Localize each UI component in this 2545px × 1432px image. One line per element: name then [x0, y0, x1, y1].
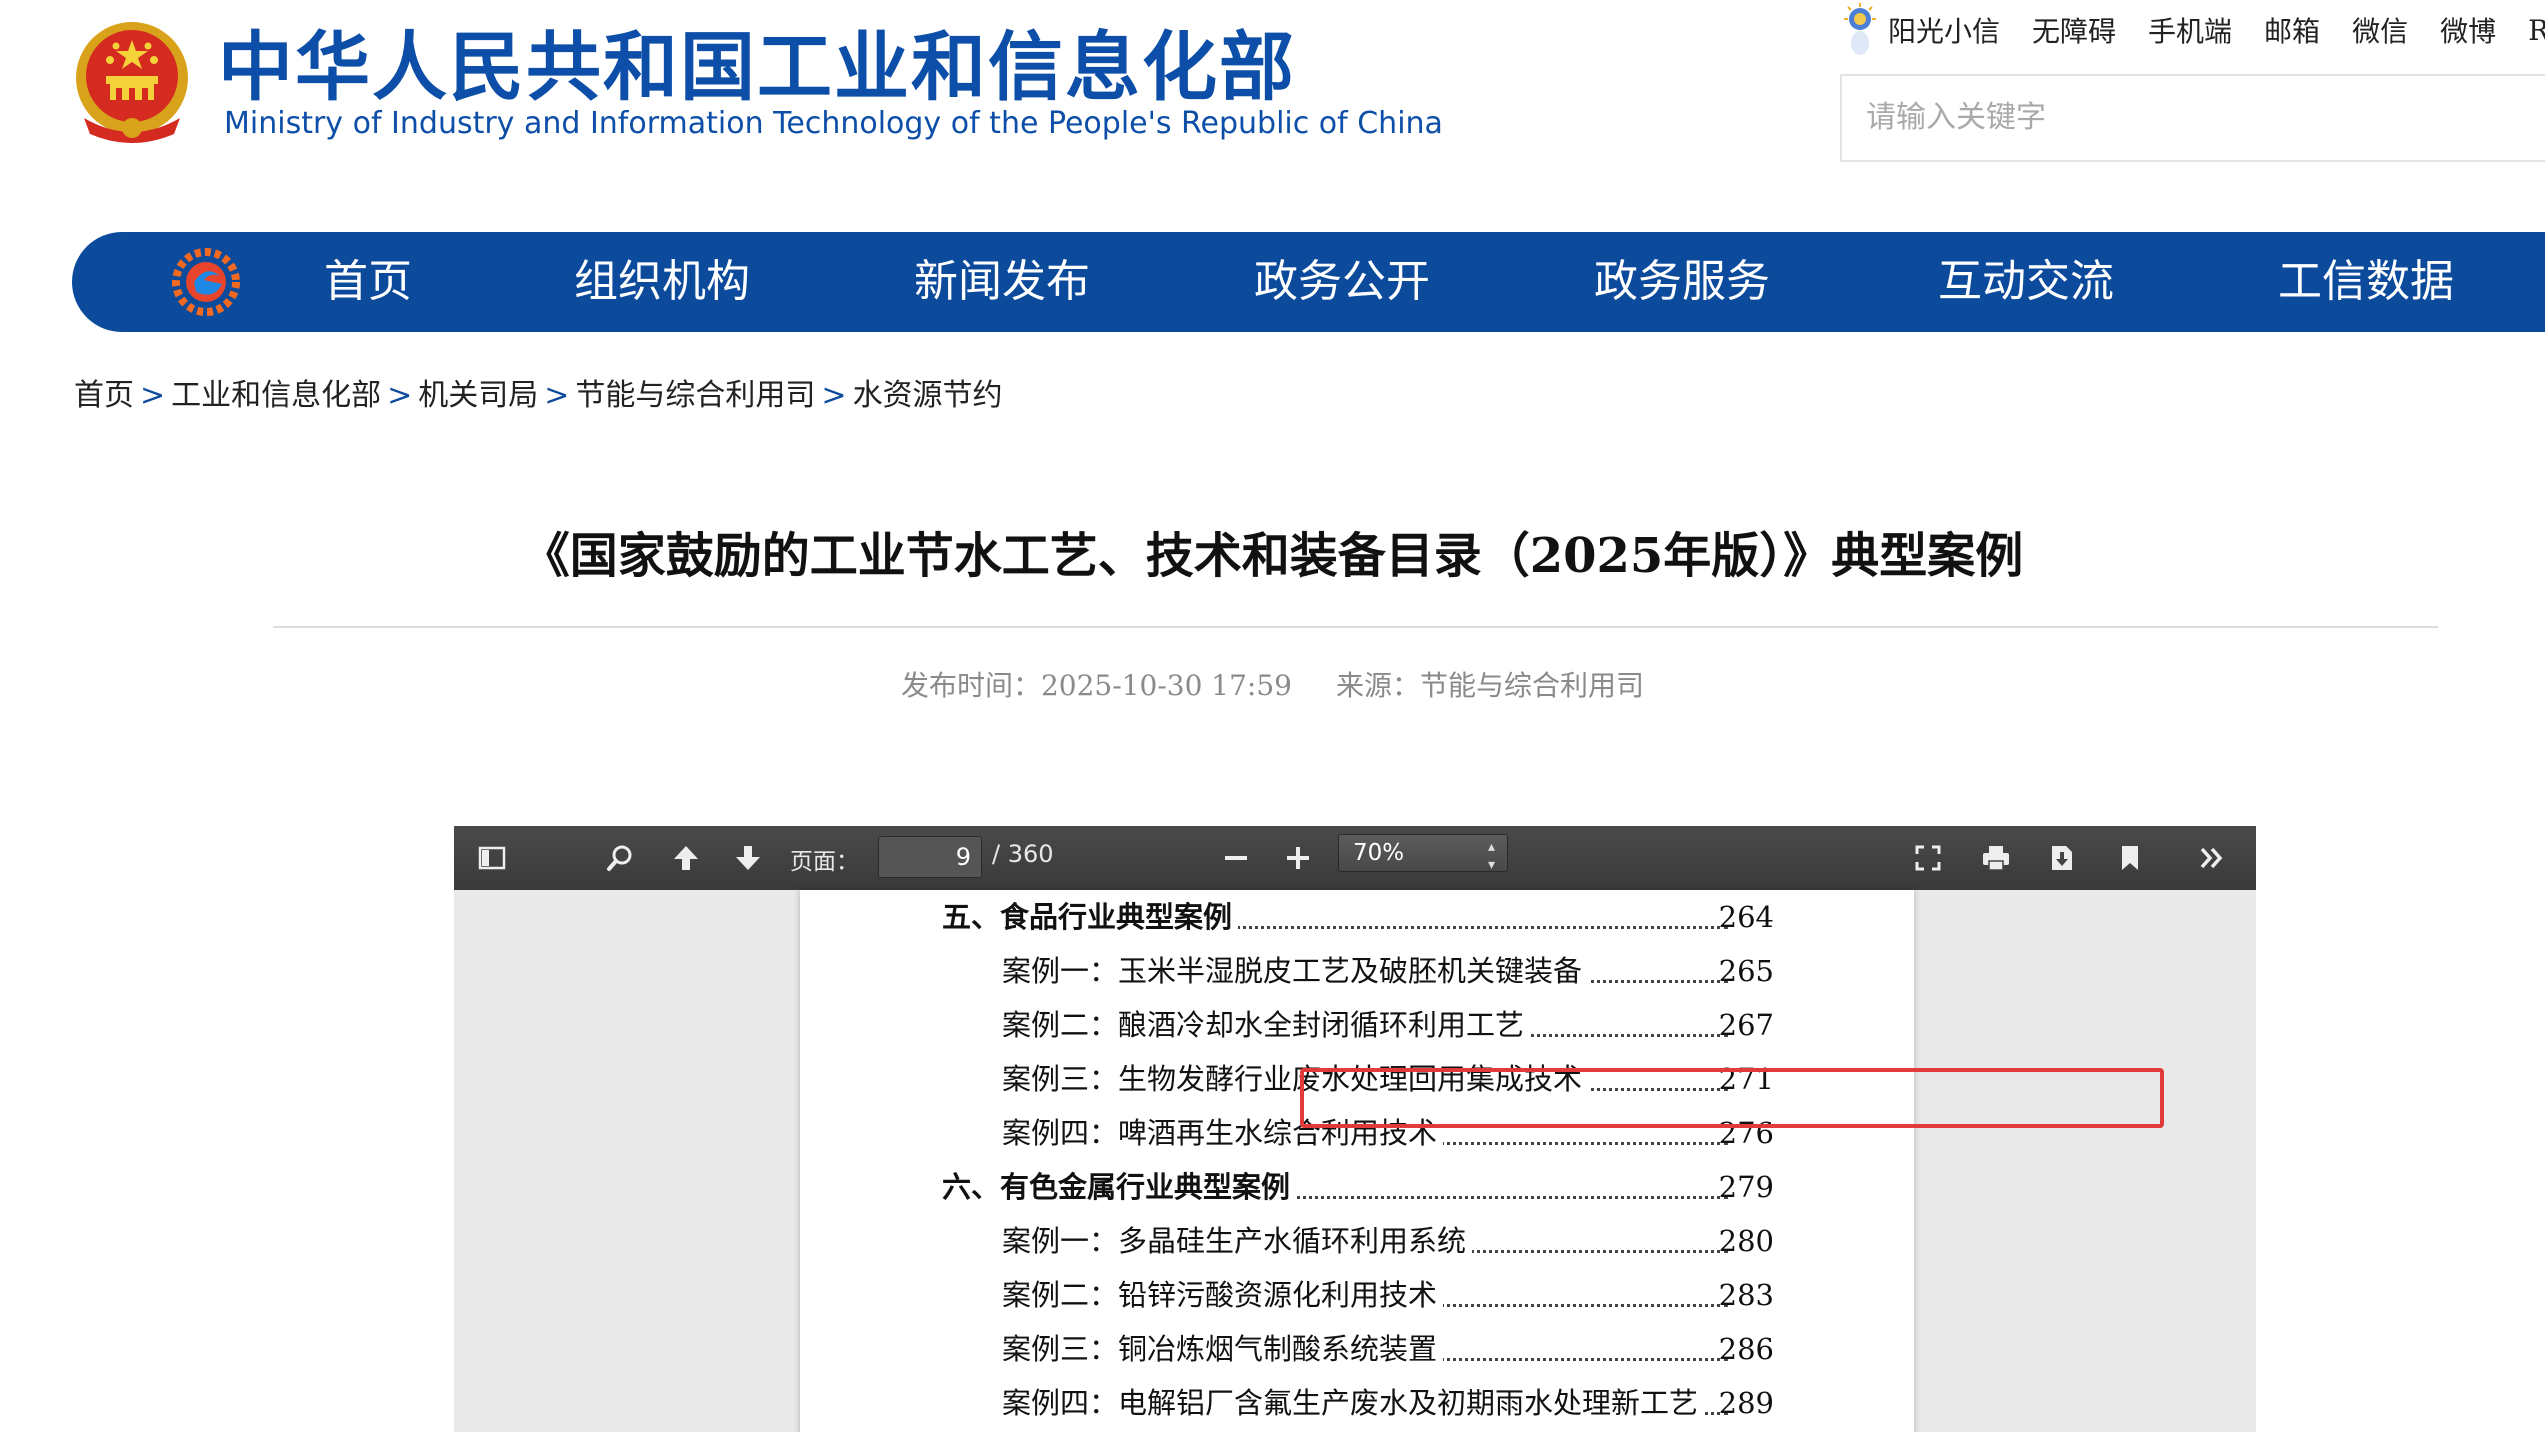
top-link-email[interactable]: 邮箱	[2264, 10, 2320, 50]
toc-entry-title: 案例一：玉米半湿脱皮工艺及破胚机关键装备	[1002, 944, 1589, 998]
breadcrumb-separator: >	[821, 378, 847, 413]
breadcrumb: 首页 > 工业和信息化部 > 机关司局 > 节能与综合利用司 > 水资源节约	[74, 370, 1003, 414]
nav-item-government-affairs[interactable]: 政务公开	[1254, 232, 1430, 332]
nav-item-organization[interactable]: 组织机构	[574, 232, 750, 332]
toc-row[interactable]: 案例一：多晶硅生产水循环利用系统 280	[800, 1214, 1914, 1268]
toc-entry-page: 286	[1718, 1332, 1774, 1366]
nav-item-data[interactable]: 工信数据	[2278, 232, 2454, 332]
toc-entry-page: 283	[1718, 1278, 1774, 1312]
breadcrumb-separator: >	[140, 378, 166, 413]
toc-entry-page: 267	[1718, 1008, 1774, 1042]
toc-entry-page: 264	[1718, 900, 1774, 934]
top-link-mobile[interactable]: 手机端	[2148, 10, 2232, 50]
toc-entry-title: 案例二：酿酒冷却水全封闭循环利用工艺	[1002, 998, 1531, 1052]
page-total: / 360	[992, 840, 1054, 868]
site-title-cn[interactable]: 中华人民共和国工业和信息化部	[218, 22, 1296, 112]
top-link-wechat[interactable]: 微信	[2352, 10, 2408, 50]
download-icon[interactable]	[2040, 836, 2084, 880]
article-title: 《国家鼓励的工业节水工艺、技术和装备目录（2025年版）》典型案例	[521, 528, 2024, 584]
breadcrumb-item-miit[interactable]: 工业和信息化部	[171, 378, 381, 413]
breadcrumb-item-home[interactable]: 首页	[74, 378, 134, 413]
zoom-value: 70%	[1353, 840, 1405, 866]
ministry-logo-icon[interactable]	[170, 246, 242, 318]
nav-item-home[interactable]: 首页	[324, 232, 412, 332]
nav-item-news[interactable]: 新闻发布	[914, 232, 1090, 332]
top-link-rss[interactable]: RS	[2528, 14, 2545, 47]
toc-entry-page: 280	[1718, 1224, 1774, 1258]
toc-row[interactable]: 六、有色金属行业典型案例 279	[800, 1160, 1914, 1214]
toc-row[interactable]: 案例四：电解铝厂含氟生产废水及初期雨水处理新工艺 289	[800, 1376, 1914, 1430]
fullscreen-icon[interactable]	[1906, 836, 1950, 880]
previous-page-icon[interactable]	[664, 836, 708, 880]
search-box	[1840, 74, 2545, 162]
toc-entry-title: 案例二：铅锌污酸资源化利用技术	[1002, 1268, 1444, 1322]
title-divider	[273, 626, 2438, 628]
zoom-out-icon[interactable]	[1214, 836, 1258, 880]
pdf-page: 五、食品行业典型案例 264 案例一：玉米半湿脱皮工艺及破胚机关键装备 265 案例二：…	[800, 890, 2164, 1432]
page-label: 页面：	[790, 849, 859, 875]
top-link-accessibility[interactable]: 无障碍	[2032, 10, 2116, 50]
national-emblem-icon[interactable]	[70, 18, 195, 146]
sidebar-toggle-icon[interactable]	[470, 836, 514, 880]
publish-time: 发布时间：2025-10-30 17:59	[900, 669, 1292, 702]
breadcrumb-item-water[interactable]: 水资源节约	[853, 378, 1003, 413]
toc-entry-title: 五、食品行业典型案例	[942, 890, 1239, 944]
site-title-en[interactable]: Ministry of Industry and Information Tec…	[224, 106, 1443, 141]
more-tools-icon[interactable]	[2190, 836, 2234, 880]
highlight-box	[1300, 1068, 2164, 1128]
breadcrumb-item-energy-saving[interactable]: 节能与综合利用司	[575, 378, 815, 413]
zoom-select[interactable]: 70% ▴ ▾	[1338, 834, 1508, 873]
article-source: 来源：节能与综合利用司	[1336, 669, 1645, 702]
search-input[interactable]	[1864, 76, 2468, 158]
top-link-sunshine[interactable]: 阳光小信	[1888, 10, 2000, 50]
nav-item-interaction[interactable]: 互动交流	[1938, 232, 2114, 332]
sunshine-mascot-icon[interactable]	[1840, 3, 1880, 57]
breadcrumb-item-departments[interactable]: 机关司局	[418, 378, 538, 413]
toc-entry-page: 289	[1718, 1386, 1774, 1420]
zoom-in-icon[interactable]	[1276, 836, 1320, 880]
print-icon[interactable]	[1974, 836, 2018, 880]
toc-entry-title: 案例四：电解铝厂含氟生产废水及初期雨水处理新工艺	[1002, 1376, 1705, 1430]
toc-entry-title: 案例三：铜冶炼烟气制酸系统装置	[1002, 1322, 1444, 1376]
pdf-toolbar: 页面： / 360 70% ▴▾	[454, 826, 2256, 891]
nav-item-services[interactable]: 政务服务	[1594, 232, 1770, 332]
toc-row[interactable]: 五、食品行业典型案例 264	[800, 890, 1914, 944]
toc-row[interactable]: 案例一：玉米半湿脱皮工艺及破胚机关键装备 265	[800, 944, 1914, 998]
toc-entry-page: 279	[1718, 1170, 1774, 1204]
top-links: 阳光小信 无障碍 手机端 邮箱 微信 微博 RS	[1840, 3, 2545, 55]
toc-entry-title: 六、有色金属行业典型案例	[942, 1160, 1297, 1214]
page-number-input[interactable]	[878, 836, 982, 878]
toc-entry-title: 案例一：多晶硅生产水循环利用系统	[1002, 1214, 1473, 1268]
toc-row[interactable]: 案例二：铅锌污酸资源化利用技术 283	[800, 1268, 1914, 1322]
toc-entry-page: 265	[1718, 954, 1774, 988]
bookmark-icon[interactable]	[2108, 836, 2152, 880]
top-link-weibo[interactable]: 微博	[2440, 10, 2496, 50]
pdf-viewer: 页面： / 360 70% ▴▾ 五、食品行业典型案例264案例一：玉	[454, 826, 2256, 1432]
article-meta: 发布时间：2025-10-30 17:59 来源：节能与综合利用司	[0, 664, 2545, 704]
breadcrumb-separator: >	[387, 378, 413, 413]
toc-row[interactable]: 案例二：酿酒冷却水全封闭循环利用工艺 267	[800, 998, 1914, 1052]
chevron-updown-icon: ▴ ▾	[1487, 839, 1495, 873]
search-icon[interactable]	[598, 836, 642, 880]
breadcrumb-separator: >	[544, 378, 570, 413]
toc-row[interactable]: 案例三：铜冶炼烟气制酸系统装置 286	[800, 1322, 1914, 1376]
next-page-icon[interactable]	[726, 836, 770, 880]
